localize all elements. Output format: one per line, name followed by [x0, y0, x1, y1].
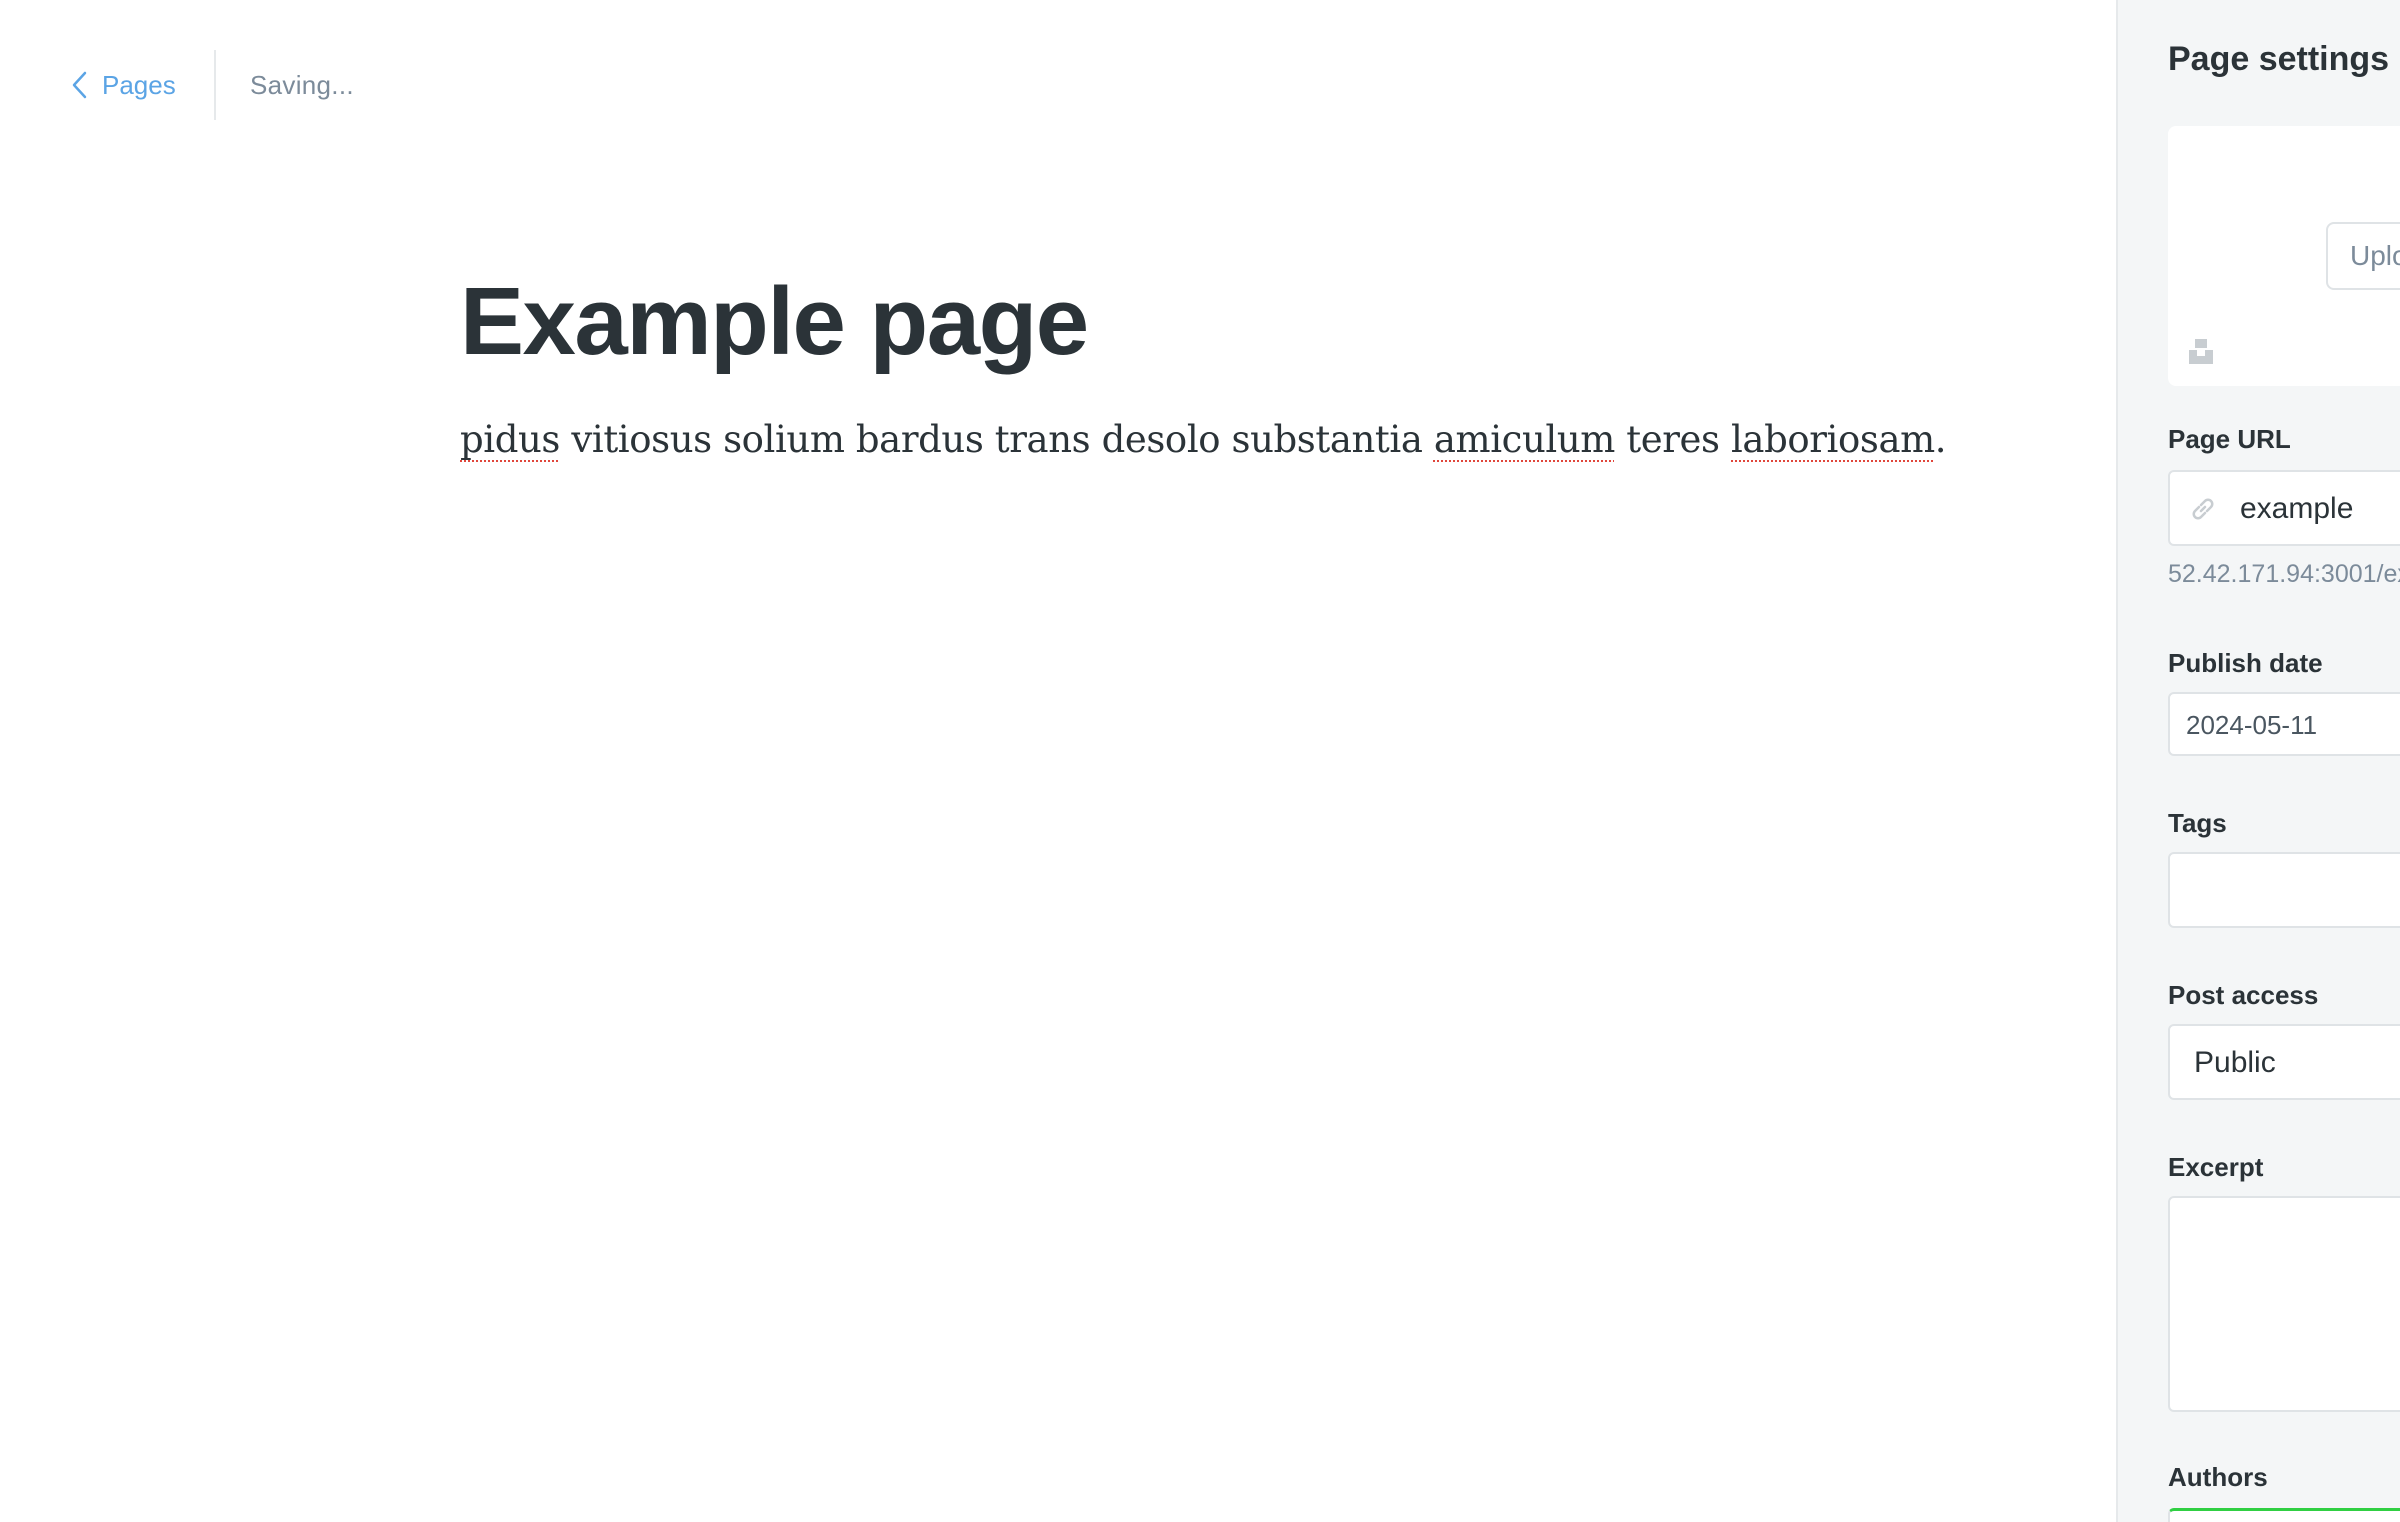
publish-date-value: 2024-05-11 [2186, 710, 2318, 740]
tags-input[interactable] [2168, 852, 2400, 928]
page-settings-sidebar: Page settings Upload Page URL example 52… [2116, 0, 2400, 1522]
back-to-pages-link[interactable]: Pages [70, 62, 176, 108]
excerpt-label: Excerpt [2168, 1152, 2264, 1182]
page-url-value: example [2240, 492, 2354, 525]
excerpt-textarea[interactable] [2168, 1196, 2400, 1412]
authors-input[interactable] [2168, 1508, 2400, 1522]
misspelled-word: amiculum [1433, 418, 1615, 461]
body-text-run: . [1934, 418, 1947, 461]
body-text-run: vitiosus solium bardus trans desolo subs… [560, 418, 1434, 461]
page-url-preview: 52.42.171.94:3001/example/ [2168, 560, 2400, 588]
upload-image-button[interactable]: Upload [2326, 222, 2400, 290]
unsplash-icon[interactable] [2186, 336, 2216, 366]
page-url-input[interactable]: example [2168, 470, 2400, 546]
authors-label: Authors [2168, 1462, 2268, 1492]
page-title[interactable]: Example page [460, 262, 1089, 382]
publish-date-label: Publish date [2168, 648, 2323, 678]
page-url-label: Page URL [2168, 424, 2291, 454]
link-icon [2192, 498, 2214, 520]
post-access-select[interactable]: Public [2168, 1024, 2400, 1100]
post-access-label: Post access [2168, 980, 2319, 1010]
chevron-left-icon [72, 71, 87, 99]
page-body[interactable]: pidus vitiosus solium bardus trans desol… [460, 412, 1947, 468]
publish-date-input[interactable]: 2024-05-11 [2168, 692, 2400, 756]
tags-label: Tags [2168, 808, 2227, 838]
settings-title: Page settings [2168, 40, 2390, 78]
back-link-label: Pages [102, 69, 176, 100]
header-divider [214, 50, 216, 120]
editor-pane: Pages Saving... Example page pidus vitio… [0, 0, 2116, 1522]
feature-image-box[interactable]: Upload [2168, 126, 2400, 386]
editor-header: Pages Saving... [0, 0, 2116, 170]
body-text-run: teres [1614, 418, 1731, 461]
post-access-value: Public [2194, 1046, 2276, 1079]
misspelled-word: laboriosam [1731, 418, 1935, 461]
save-status: Saving... [250, 70, 354, 100]
misspelled-word: pidus [460, 418, 561, 461]
